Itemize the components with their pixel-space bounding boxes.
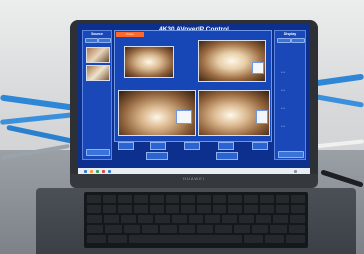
display-row-3[interactable]: ▪ ▪ ▪	[281, 107, 285, 110]
source-panel-title: Source	[91, 32, 103, 36]
taskbar-app-icon-2[interactable]	[96, 169, 99, 173]
tile-overlay-window-3[interactable]	[256, 110, 268, 124]
display-btn-2[interactable]	[291, 38, 305, 43]
bottom-button-4[interactable]	[218, 142, 234, 150]
display-row-2[interactable]: ▪ ▪ ▪	[281, 89, 285, 92]
save-button[interactable]	[146, 152, 168, 160]
taskbar-app-icon-4[interactable]	[108, 169, 111, 173]
tile-overlay-window-1[interactable]	[252, 62, 264, 74]
laptop-chin: HUAWEI	[70, 174, 318, 188]
taskbar-app-icon-1[interactable]	[90, 169, 93, 173]
key-row-2	[87, 205, 306, 213]
source-panel: Source	[82, 30, 112, 160]
bottom-button-5[interactable]	[252, 142, 268, 150]
source-thumbnail-2[interactable]	[86, 65, 110, 81]
key-row-1	[87, 195, 306, 203]
scene-button[interactable]	[216, 152, 238, 160]
source-thumbnail-1[interactable]	[86, 47, 110, 63]
key-row-3	[87, 215, 305, 223]
display-row-4[interactable]: ▪ ▪ ▪	[281, 125, 285, 128]
source-btn-1[interactable]	[85, 38, 98, 43]
key-row-4	[87, 225, 305, 233]
laptop-screen: 4K30 AVoverIP Control Source Display ▪ ▪…	[78, 24, 310, 174]
display-panel-title: Display	[283, 32, 297, 36]
tile-overlay-window-2[interactable]	[176, 110, 192, 124]
taskbar-tray-icon[interactable]	[294, 169, 297, 173]
laptop-brand-logo: HUAWEI	[183, 176, 205, 181]
bottom-button-1[interactable]	[118, 142, 134, 150]
display-cascade-btn[interactable]	[278, 151, 304, 158]
display-panel: Display ▪ ▪ ▪ ▪ ▪ ▪ ▪ ▪ ▪ ▪ ▪ ▪	[274, 30, 306, 160]
keyboard	[84, 192, 308, 248]
bottom-button-2[interactable]	[150, 142, 166, 150]
display-btn-1[interactable]	[277, 38, 291, 43]
start-icon[interactable]	[84, 169, 87, 173]
key-row-5	[87, 235, 305, 243]
bottom-button-3[interactable]	[184, 142, 200, 150]
source-apply-btn[interactable]	[86, 149, 110, 156]
status-tab-preset[interactable]: Preset	[116, 32, 144, 37]
source-btn-2[interactable]	[98, 38, 111, 43]
taskbar-app-icon-3[interactable]	[102, 169, 105, 173]
video-tile-top-right[interactable]	[198, 40, 266, 82]
video-tile-top-left[interactable]	[124, 46, 174, 78]
display-row-1[interactable]: ▪ ▪ ▪	[281, 71, 285, 74]
